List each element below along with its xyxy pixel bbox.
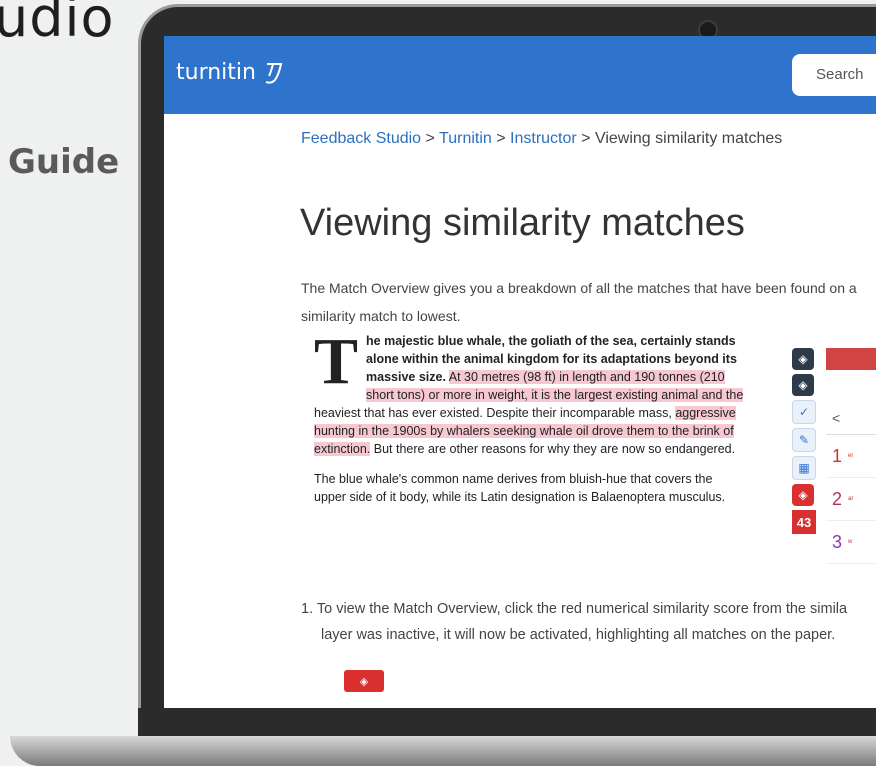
search-input[interactable]: Search (792, 54, 876, 96)
intro-line-2: similarity match to lowest. (301, 308, 461, 324)
match-source: er (848, 452, 854, 459)
breadcrumb-instructor[interactable]: Instructor (510, 130, 577, 147)
layers-button-icon: ◈ (344, 670, 384, 692)
intro-text: The Match Overview gives you a breakdown… (301, 274, 876, 330)
laptop-base (10, 736, 876, 766)
similarity-side-panel: ◈ ◈ ✓ ✎ ▦ ◈ 43 < 1 er 2 ar 3 w (792, 348, 876, 564)
match-number: 2 (831, 488, 842, 509)
layers-icon[interactable]: ◈ (792, 484, 814, 506)
step-line-1: 1. To view the Match Overview, click the… (301, 601, 848, 617)
intro-line-1: The Match Overview gives you a breakdown… (301, 280, 857, 296)
breadcrumb-separator: > (491, 130, 511, 147)
turnitin-logo[interactable]: turnitin (176, 60, 285, 86)
match-row[interactable]: 3 w (826, 521, 876, 564)
breadcrumb-turnitin[interactable]: Turnitin (439, 130, 492, 147)
layers-icon[interactable]: ◈ (792, 374, 814, 396)
step-line-2: layer was inactive, it will now be activ… (321, 627, 836, 643)
breadcrumb-separator: > (576, 130, 595, 147)
layers-icon[interactable]: ◈ (792, 348, 814, 370)
breadcrumb-separator: > (421, 130, 440, 147)
match-row[interactable]: 1 er (826, 435, 876, 478)
paper-text: heaviest that has ever existed. Despite … (314, 406, 672, 420)
browser-screen: turnitin Search Feedback Studio > Turnit… (164, 36, 876, 708)
sample-paper-image: T he majestic blue whale, the goliath of… (314, 332, 746, 552)
similarity-score-button[interactable]: 43 (792, 510, 816, 534)
page-title: Viewing similarity matches (300, 202, 745, 244)
match-overview-header (826, 348, 876, 370)
edit-icon[interactable]: ✎ (792, 428, 816, 452)
vertical-toolbar: ◈ ◈ ✓ ✎ ▦ ◈ 43 (792, 348, 816, 534)
breadcrumb-feedback-studio[interactable]: Feedback Studio (301, 130, 421, 147)
match-row[interactable]: 2 ar (826, 478, 876, 521)
match-overview-list: < 1 er 2 ar 3 w (826, 348, 876, 564)
grid-icon[interactable]: ▦ (792, 456, 816, 480)
previous-arrow-icon[interactable]: < (826, 410, 876, 435)
paper-text: But there are other reasons for why they… (373, 442, 736, 456)
match-number: 1 (831, 445, 842, 466)
paper-paragraph-1: T he majestic blue whale, the goliath of… (314, 332, 746, 458)
match-source: ar (848, 495, 854, 502)
paper-paragraph-2: The blue whale's common name derives fro… (314, 472, 726, 504)
top-navigation-bar: turnitin Search (164, 36, 876, 114)
breadcrumb: Feedback Studio > Turnitin > Instructor … (301, 130, 782, 148)
breadcrumb-current: Viewing similarity matches (594, 130, 783, 147)
instruction-step-1: 1. To view the Match Overview, click the… (301, 596, 876, 648)
dropcap-letter: T (314, 332, 359, 398)
logo-mark-icon (265, 63, 283, 84)
check-icon[interactable]: ✓ (792, 400, 816, 424)
logo-text: turnitin (176, 60, 256, 85)
background-title-fragment: udio (0, 0, 115, 49)
background-guide-label: Guide (8, 142, 120, 182)
match-source: w (848, 538, 853, 545)
match-number: 3 (831, 531, 842, 552)
